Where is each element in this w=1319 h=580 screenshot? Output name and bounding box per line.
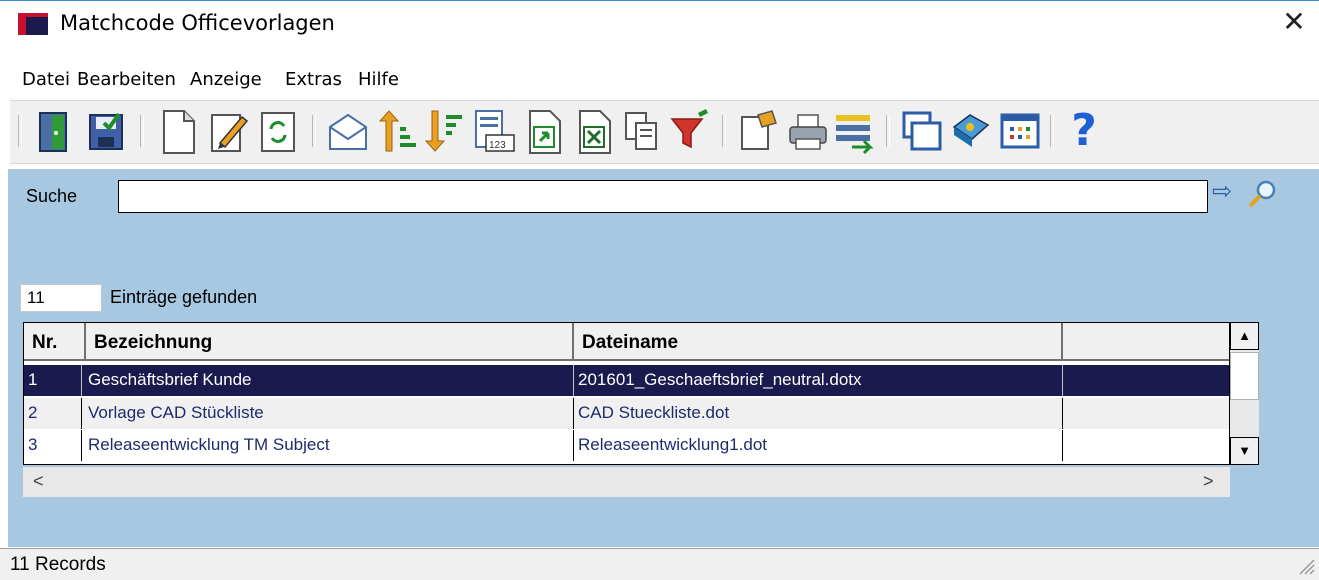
cell-empty [1063, 398, 1229, 429]
column-header-bezeichnung[interactable]: Bezeichnung [86, 323, 574, 361]
sort-descending-icon[interactable] [422, 107, 466, 155]
results-label: Einträge gefunden [110, 287, 258, 307]
column-header-empty[interactable] [1063, 323, 1229, 361]
search-icon[interactable] [1244, 179, 1280, 209]
toolbar-separator [18, 115, 22, 147]
scroll-thumb[interactable] [1230, 352, 1259, 400]
table-icon[interactable] [998, 107, 1042, 155]
email-icon[interactable] [326, 107, 370, 155]
book-icon[interactable] [948, 107, 992, 155]
menu-extras[interactable]: Extras [285, 69, 342, 90]
print-icon[interactable] [786, 107, 830, 155]
copy-icon[interactable] [620, 107, 664, 155]
cell-nr: 2 [24, 398, 82, 429]
menu-datei[interactable]: Datei [22, 69, 70, 90]
cell-dateiname: Releaseentwicklung1.dot [574, 430, 1063, 461]
menu-anzeige[interactable]: Anzeige [190, 69, 262, 90]
help-icon[interactable]: ? [1062, 107, 1106, 155]
column-header-nr[interactable]: Nr. [24, 323, 86, 361]
title-bar: Matchcode Officevorlagen ✕ [0, 1, 1319, 39]
cell-nr: 1 [24, 365, 82, 396]
edit-icon[interactable] [206, 107, 250, 155]
excel-export-icon[interactable] [572, 107, 616, 155]
search-input[interactable] [118, 180, 1208, 213]
horizontal-scrollbar[interactable]: < > [23, 467, 1230, 497]
toolbar-separator [722, 115, 726, 147]
table-row[interactable]: 2 Vorlage CAD Stückliste CAD Stueckliste… [24, 398, 1229, 429]
search-go-icon[interactable]: ⇨ [1212, 177, 1232, 205]
cell-dateiname: 201601_Geschaeftsbrief_neutral.dotx [574, 365, 1063, 396]
application-window: Matchcode Officevorlagen ✕ Datei Bearbei… [0, 0, 1319, 580]
sort-ascending-icon[interactable] [376, 107, 420, 155]
menu-bearbeiten[interactable]: Bearbeiten [77, 69, 176, 90]
cell-bezeichnung: Geschäftsbrief Kunde [82, 365, 574, 396]
status-text: 11 Records [10, 554, 106, 575]
svg-text:123: 123 [489, 140, 506, 151]
new-document-icon[interactable] [156, 107, 200, 155]
scroll-down-button[interactable]: ▼ [1230, 437, 1259, 465]
close-button[interactable]: ✕ [1276, 7, 1312, 37]
app-logo-icon [18, 13, 48, 35]
cell-empty [1063, 365, 1229, 396]
scroll-up-button[interactable]: ▲ [1230, 322, 1259, 350]
properties-icon[interactable] [736, 107, 780, 155]
cell-bezeichnung: Releaseentwicklung TM Subject [82, 430, 574, 461]
cell-empty [1063, 430, 1229, 461]
toolbar-separator [1050, 115, 1054, 147]
search-label: Suche [26, 186, 78, 206]
data-grid: Nr. Bezeichnung Dateiname 1 Geschäftsbri… [23, 322, 1230, 465]
table-row[interactable]: 3 Releaseentwicklung TM Subject Releasee… [24, 430, 1229, 461]
scroll-left-button[interactable]: < [33, 471, 44, 492]
toolbar-separator [312, 115, 316, 147]
refresh-icon[interactable] [256, 107, 300, 155]
menu-bar: Datei Bearbeiten Anzeige Extras Hilfe [0, 65, 1319, 95]
toolbar-separator [886, 115, 890, 147]
toolbar-separator [140, 115, 144, 147]
table-row[interactable]: 1 Geschäftsbrief Kunde 201601_Geschaefts… [24, 365, 1229, 396]
status-bar: 11 Records [0, 548, 1319, 580]
column-header-dateiname[interactable]: Dateiname [574, 323, 1063, 361]
exit-door-icon[interactable] [32, 107, 76, 155]
cell-nr: 3 [24, 430, 82, 461]
save-icon[interactable] [84, 107, 128, 155]
results-count: 11 [20, 284, 102, 312]
filter-icon[interactable] [668, 107, 712, 155]
toolbar: 123 ? [10, 100, 1319, 164]
cell-bezeichnung: Vorlage CAD Stückliste [82, 398, 574, 429]
number-format-icon[interactable]: 123 [472, 107, 516, 155]
cell-dateiname: CAD Stueckliste.dot [574, 398, 1063, 429]
windows-icon[interactable] [900, 107, 944, 155]
list-transfer-icon[interactable] [832, 107, 876, 155]
resize-grip-icon[interactable] [1296, 556, 1316, 576]
scroll-right-button[interactable]: > [1203, 471, 1214, 492]
export-icon[interactable] [522, 107, 566, 155]
vertical-scrollbar[interactable]: ▲ ▼ [1230, 322, 1259, 465]
window-title: Matchcode Officevorlagen [60, 11, 335, 35]
menu-hilfe[interactable]: Hilfe [358, 69, 399, 90]
